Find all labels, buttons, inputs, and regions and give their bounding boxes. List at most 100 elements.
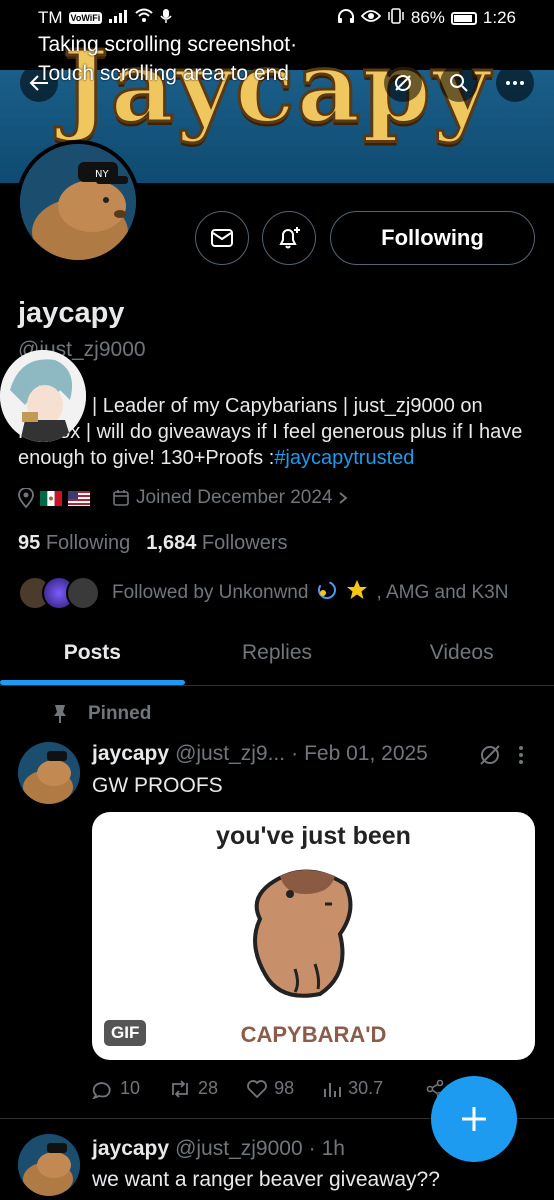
tab-posts[interactable]: Posts bbox=[0, 620, 185, 685]
clock: 1:26 bbox=[482, 8, 516, 27]
post-avatar[interactable] bbox=[18, 742, 80, 804]
pin-icon bbox=[54, 705, 66, 723]
bio-text: | Leader of my Capybarians | just_zj9000… bbox=[18, 395, 523, 469]
post-text: GW PROOFS bbox=[92, 774, 223, 797]
scroll-hint-line1: Taking scrolling screenshot· bbox=[38, 33, 298, 56]
scroll-screenshot-hint[interactable]: Taking scrolling screenshot· Touch scrol… bbox=[38, 30, 297, 88]
more-dots-icon bbox=[506, 81, 524, 85]
vowifi-badge: VoWiFi bbox=[68, 12, 103, 24]
post-header: jaycapy @just_zj9... · Feb 01, 2025 bbox=[92, 742, 428, 766]
profile-tabs: Posts Replies Videos bbox=[0, 620, 554, 686]
post-author-name[interactable]: jaycapy bbox=[92, 1137, 169, 1161]
star-emoji-icon bbox=[346, 579, 368, 607]
repost-icon bbox=[172, 1079, 188, 1098]
repost-action[interactable]: 28 bbox=[168, 1078, 218, 1099]
pinned-indicator: Pinned bbox=[52, 703, 151, 725]
post-author-name[interactable]: jaycapy bbox=[92, 742, 169, 766]
views-bar-icon bbox=[324, 1082, 342, 1097]
followed-by-rest: , AMG and K3N bbox=[376, 582, 509, 603]
views-action[interactable]: 30.7 bbox=[322, 1078, 383, 1099]
heart-icon bbox=[247, 1079, 267, 1098]
signal-icon bbox=[108, 8, 128, 28]
tab-replies[interactable]: Replies bbox=[185, 620, 370, 685]
pinned-label: Pinned bbox=[88, 703, 152, 724]
following-button[interactable]: Following bbox=[330, 211, 535, 265]
joined-date[interactable]: Joined December 2024 bbox=[112, 487, 348, 509]
followed-by-avatars bbox=[18, 576, 100, 610]
media-caption-bottom: CAPYBARA'D bbox=[240, 1022, 387, 1047]
more-vertical-icon bbox=[519, 746, 523, 764]
following-label: Following bbox=[45, 532, 131, 554]
followed-by-text: Followed by Unkonwnd bbox=[112, 582, 309, 603]
like-count: 98 bbox=[274, 1078, 295, 1098]
carrier-label: TM bbox=[38, 8, 63, 27]
reply-count: 10 bbox=[120, 1078, 141, 1098]
post-author-handle: @just_zj9... bbox=[175, 742, 286, 765]
grok-icon bbox=[480, 745, 500, 765]
profile-avatar[interactable]: NY bbox=[16, 140, 140, 264]
post-actions: 10 28 98 30.7 bbox=[92, 1078, 445, 1099]
vibrate-icon bbox=[387, 7, 405, 29]
following-stat[interactable]: 95 Following bbox=[18, 532, 130, 555]
grok-post-button[interactable] bbox=[478, 743, 502, 772]
svg-text:NY: NY bbox=[95, 169, 109, 180]
profile-bio: | Leader of my Capybarians | just_zj9000… bbox=[18, 393, 538, 471]
grok-icon bbox=[395, 75, 411, 91]
mexico-flag-icon bbox=[40, 490, 62, 506]
tab-videos[interactable]: Videos bbox=[369, 620, 554, 685]
post-date: Feb 01, 2025 bbox=[304, 742, 428, 765]
follower-avatar bbox=[66, 576, 100, 610]
mic-icon bbox=[160, 8, 172, 29]
usa-flag-icon bbox=[68, 490, 90, 506]
search-icon bbox=[450, 74, 468, 92]
plus-icon bbox=[462, 1107, 486, 1131]
reply-icon bbox=[92, 1081, 111, 1099]
capybara-cartoon-image bbox=[253, 869, 353, 998]
location bbox=[18, 488, 90, 508]
joined-label: Joined December 2024 bbox=[136, 487, 333, 508]
views-count: 30.7 bbox=[348, 1078, 384, 1098]
media-caption-top: you've just been bbox=[216, 822, 411, 850]
post-text: we want a ranger beaver giveaway?? bbox=[92, 1168, 440, 1191]
post-avatar[interactable] bbox=[18, 1134, 80, 1196]
capybara-avatar-image bbox=[18, 742, 80, 804]
anime-character-avatar bbox=[0, 350, 86, 442]
post-author-handle: @just_zj9000 bbox=[175, 1137, 303, 1160]
location-pin-icon bbox=[18, 488, 34, 508]
floating-chat-bubble[interactable] bbox=[0, 350, 86, 442]
post-media-gif[interactable]: you've just been GIF CAPYBARA'D bbox=[92, 812, 535, 1060]
battery-icon bbox=[450, 11, 477, 25]
following-count: 95 bbox=[18, 532, 41, 554]
compose-post-button[interactable] bbox=[431, 1076, 517, 1162]
chevron-right-icon bbox=[339, 492, 348, 504]
capybara-avatar-image: NY bbox=[20, 144, 136, 260]
followers-label: Followers bbox=[201, 532, 288, 554]
followers-count: 1,684 bbox=[146, 532, 197, 554]
capybara-avatar-image bbox=[18, 1134, 80, 1196]
grok-button[interactable] bbox=[384, 64, 422, 102]
profile-name: jaycapy bbox=[18, 297, 125, 329]
profile-stats: 95 Following 1,684 Followers bbox=[18, 532, 288, 555]
calendar-icon bbox=[113, 490, 129, 506]
post-header: jaycapy @just_zj9000 · 1h bbox=[92, 1137, 345, 1161]
like-action[interactable]: 98 bbox=[246, 1078, 294, 1099]
profile-meta: Joined December 2024 bbox=[18, 487, 348, 509]
dizzy-emoji-icon bbox=[316, 579, 338, 607]
wifi-icon bbox=[134, 8, 154, 29]
envelope-icon bbox=[211, 229, 233, 247]
followers-stat[interactable]: 1,684 Followers bbox=[146, 532, 287, 555]
bio-hashtag-link[interactable]: #jaycapytrusted bbox=[274, 447, 414, 469]
scroll-hint-line2: Touch scrolling area to end bbox=[38, 62, 289, 85]
battery-percent: 86% bbox=[410, 8, 445, 27]
eye-icon bbox=[360, 8, 382, 28]
search-button[interactable] bbox=[440, 64, 478, 102]
followed-by[interactable]: Followed by Unkonwnd , AMG and K3N bbox=[18, 576, 508, 610]
headphones-icon bbox=[337, 8, 355, 29]
message-button[interactable] bbox=[195, 211, 249, 265]
reply-action[interactable]: 10 bbox=[92, 1078, 140, 1099]
bell-plus-icon bbox=[279, 227, 300, 249]
repost-count: 28 bbox=[198, 1078, 219, 1098]
post-more-button[interactable] bbox=[518, 745, 524, 770]
notifications-button[interactable] bbox=[262, 211, 316, 265]
more-button[interactable] bbox=[496, 64, 534, 102]
